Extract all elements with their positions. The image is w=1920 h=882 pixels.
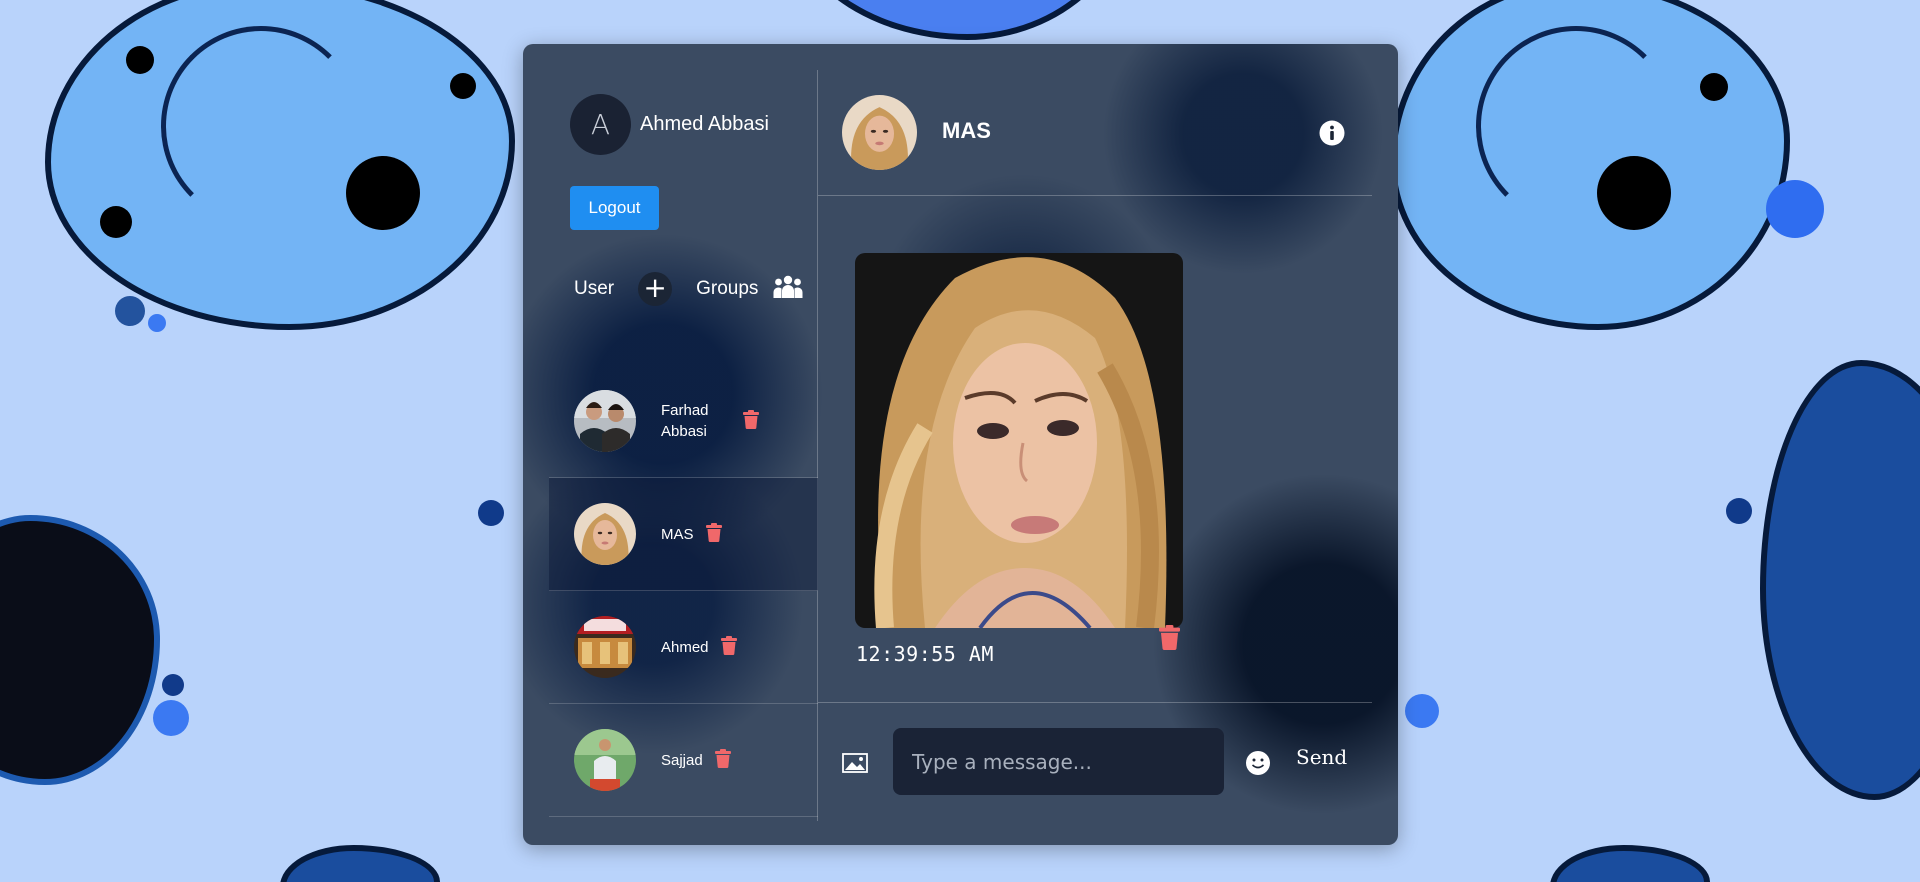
avatar	[842, 95, 917, 170]
avatar	[574, 503, 636, 565]
trash-icon[interactable]	[705, 522, 722, 546]
contact-item[interactable]: Sajjad	[549, 704, 818, 817]
tab-groups[interactable]: Groups	[696, 278, 758, 300]
bg-blob	[1390, 0, 1790, 330]
contact-item[interactable]: Ahmed	[549, 591, 818, 704]
contact-name: Farhad Abbasi	[661, 402, 709, 440]
sidebar-tabs: User + Groups	[574, 272, 824, 306]
logout-button[interactable]: Logout	[570, 186, 659, 230]
contact-name: Ahmed	[661, 638, 709, 656]
contact-item[interactable]: Farhad Abbasi	[549, 365, 818, 478]
message-input[interactable]	[893, 728, 1224, 795]
avatar: A	[570, 94, 631, 155]
trash-icon[interactable]	[720, 635, 737, 659]
bg-blob	[280, 845, 440, 882]
sidebar: A Ahmed Abbasi Logout User + Groups Farh…	[549, 70, 818, 821]
add-user-icon[interactable]: +	[638, 272, 673, 306]
contact-item[interactable]: MAS	[549, 478, 818, 591]
send-button[interactable]: Send	[1296, 745, 1347, 769]
current-user: A Ahmed Abbasi	[570, 94, 769, 155]
chat-app-card: A Ahmed Abbasi Logout User + Groups Farh…	[523, 44, 1398, 845]
chat-header: MAS	[818, 70, 1372, 196]
bg-blob	[1550, 845, 1710, 882]
avatar	[574, 390, 636, 452]
trash-icon[interactable]	[743, 409, 759, 433]
bg-blob	[45, 0, 515, 330]
info-icon[interactable]	[1319, 120, 1345, 150]
bg-blob	[780, 0, 1140, 40]
image-upload-icon[interactable]	[842, 753, 868, 777]
contact-name: Sajjad	[661, 751, 703, 769]
bg-blob	[1760, 360, 1920, 800]
message-composer: Send	[818, 702, 1372, 821]
trash-icon[interactable]	[714, 748, 731, 772]
tab-user[interactable]: User	[574, 278, 614, 300]
bg-blob	[0, 515, 160, 785]
contact-name: MAS	[661, 525, 694, 543]
message-timestamp: 12:39:55 AM	[856, 642, 994, 666]
trash-icon[interactable]	[1159, 625, 1180, 654]
chat-contact-name: MAS	[942, 118, 991, 143]
avatar	[574, 616, 636, 678]
chat-panel: MAS 12:39:55 AM Type a message... Send	[818, 70, 1372, 821]
users-group-icon[interactable]	[772, 275, 804, 303]
avatar	[574, 729, 636, 791]
contact-list: Farhad Abbasi MAS Ahmed Sajjad	[549, 365, 818, 817]
message-image[interactable]	[855, 253, 1183, 628]
emoji-icon[interactable]	[1245, 750, 1271, 780]
current-user-name: Ahmed Abbasi	[640, 113, 769, 135]
